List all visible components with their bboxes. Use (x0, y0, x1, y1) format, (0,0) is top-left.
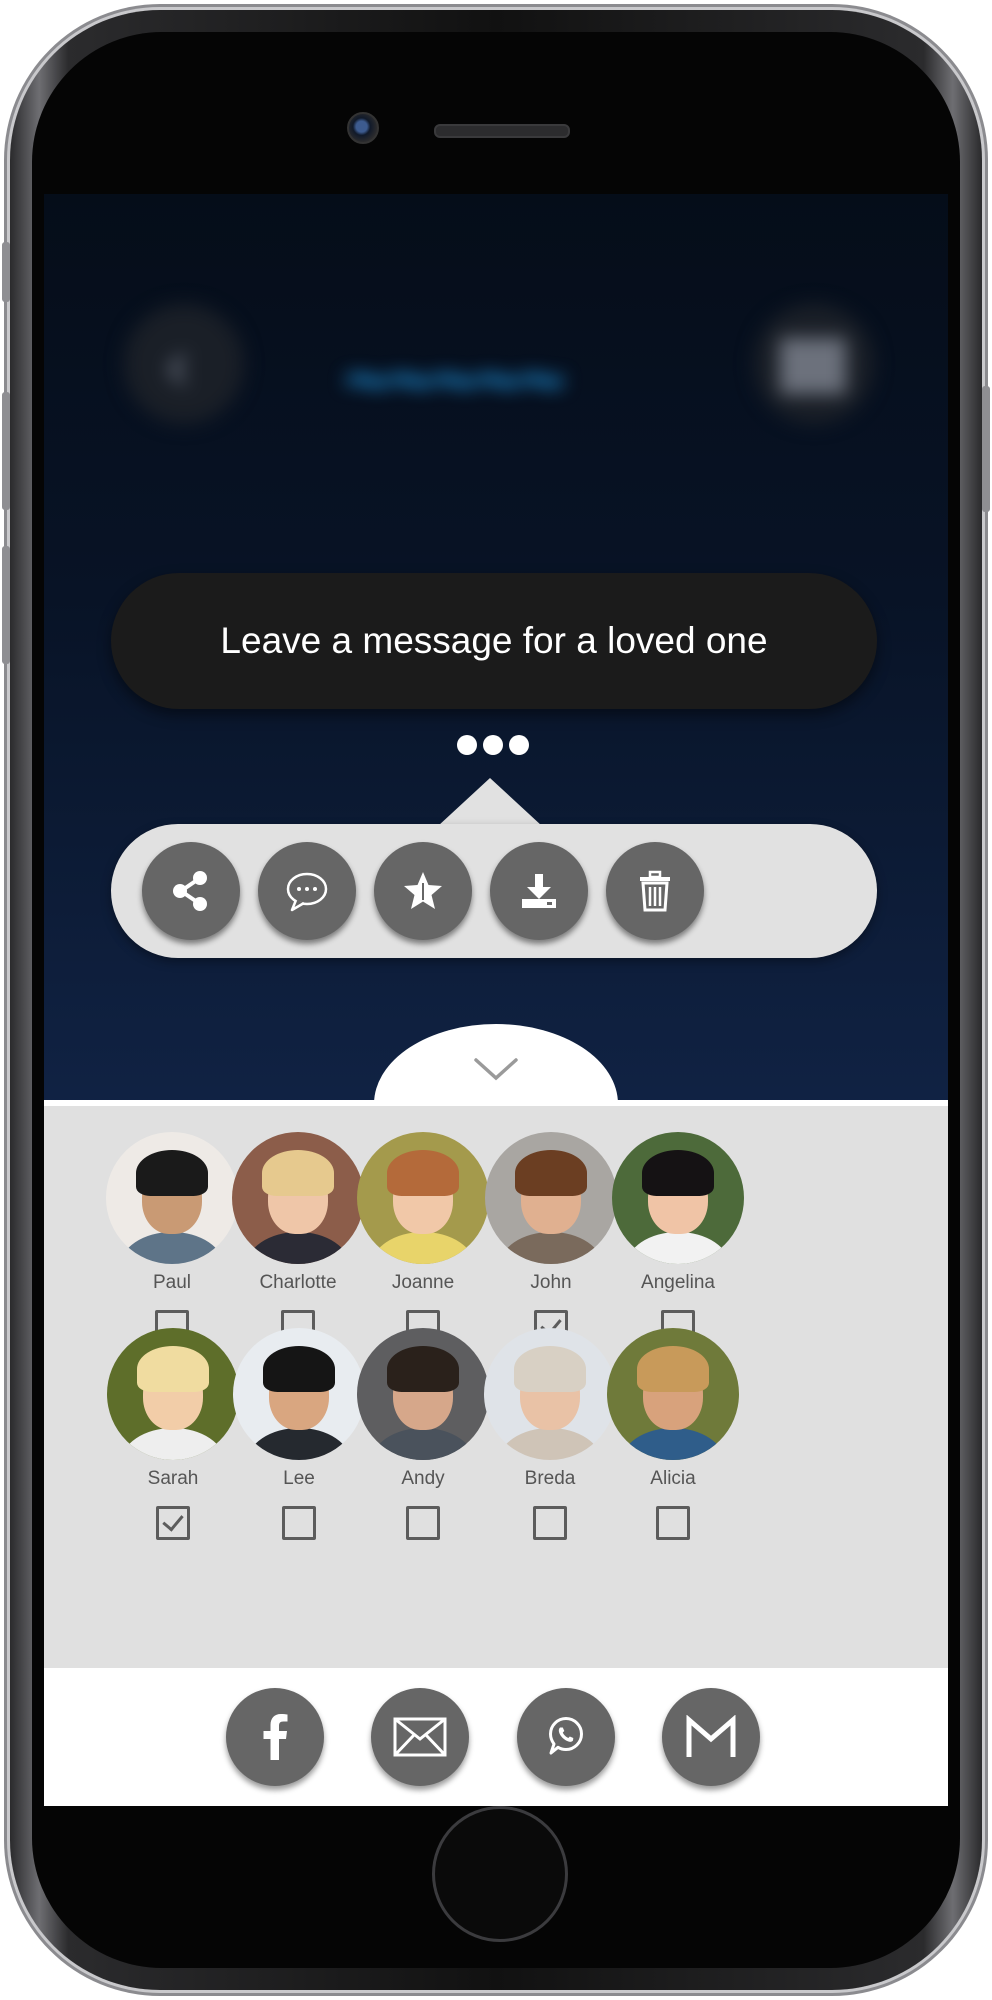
comment-button[interactable] (258, 842, 356, 940)
contact-name: John (530, 1272, 572, 1293)
trash-icon (640, 870, 670, 912)
gmail-icon (686, 1715, 736, 1757)
contact-item[interactable]: Joanne (353, 1132, 493, 1344)
avatar (612, 1132, 744, 1264)
avatar (232, 1132, 364, 1264)
home-button[interactable] (432, 1806, 568, 1942)
avatar-torso (246, 1232, 350, 1264)
favorite-button[interactable] (374, 842, 472, 940)
contact-item[interactable]: Lee (229, 1328, 369, 1540)
avatar (357, 1132, 489, 1264)
contact-item[interactable]: Breda (480, 1328, 620, 1540)
contact-name: Alicia (650, 1468, 696, 1489)
contact-name: Angelina (641, 1272, 715, 1293)
more-options-icon[interactable] (457, 735, 529, 755)
gmail-button[interactable] (662, 1688, 760, 1786)
avatar-hair (262, 1150, 334, 1196)
contact-name: Andy (401, 1468, 445, 1489)
avatar-torso (371, 1232, 475, 1264)
avatar-hair (136, 1150, 208, 1196)
contact-name: Lee (283, 1468, 315, 1489)
message-prompt: Leave a message for a loved one (111, 573, 877, 709)
avatar-torso (626, 1232, 730, 1264)
avatar-hair (642, 1150, 714, 1196)
contact-checkbox[interactable] (282, 1506, 316, 1540)
whatsapp-icon (549, 1717, 583, 1755)
avatar (107, 1328, 239, 1460)
share-icon (173, 871, 207, 911)
menu-icon (780, 338, 846, 394)
contact-name: Joanne (391, 1272, 455, 1293)
chevron-left-icon: ‹ (166, 325, 190, 403)
avatar (485, 1132, 617, 1264)
avatar-hair (387, 1150, 459, 1196)
phone-power-button (982, 386, 990, 512)
star-icon (404, 872, 442, 909)
avatar-torso (371, 1428, 475, 1460)
contact-item[interactable]: Paul (102, 1132, 242, 1344)
avatar-hair (637, 1346, 709, 1392)
email-icon (393, 1717, 447, 1757)
app-screen: ‹ ~~~~~ Leave a message for a loved one (44, 194, 948, 1806)
avatar (484, 1328, 616, 1460)
contact-item[interactable]: Angelina (608, 1132, 748, 1344)
camera-icon (347, 112, 379, 144)
contact-item[interactable]: Sarah (103, 1328, 243, 1540)
message-prompt-text: Leave a message for a loved one (220, 620, 768, 661)
phone-side-button (2, 392, 10, 510)
facebook-button[interactable] (226, 1688, 324, 1786)
avatar-torso (498, 1428, 602, 1460)
avatar (233, 1328, 365, 1460)
speaker-grille (434, 124, 570, 138)
avatar-hair (263, 1346, 335, 1392)
contact-item[interactable]: Charlotte (228, 1132, 368, 1344)
avatar-hair (387, 1346, 459, 1392)
delete-button[interactable] (606, 842, 704, 940)
avatar-hair (137, 1346, 209, 1392)
contact-name: Charlotte (259, 1272, 337, 1293)
action-bar (111, 824, 877, 958)
avatar-hair (514, 1346, 586, 1392)
contact-item[interactable]: Alicia (603, 1328, 743, 1540)
phone-side-button (2, 242, 10, 302)
phone-side-button (2, 546, 10, 664)
contact-name: Breda (524, 1468, 576, 1489)
avatar-torso (621, 1428, 725, 1460)
contacts-panel: Paul Charlotte Joanne John Angelina Sarah Lee A… (44, 1100, 948, 1668)
contact-checkbox[interactable] (406, 1506, 440, 1540)
chevron-down-icon[interactable] (472, 1056, 520, 1082)
download-button[interactable] (490, 842, 588, 940)
avatar-torso (499, 1232, 603, 1264)
contact-name: Sarah (147, 1468, 199, 1489)
whatsapp-button[interactable] (517, 1688, 615, 1786)
action-bar-pointer (438, 778, 542, 826)
share-bar (44, 1668, 948, 1806)
avatar (357, 1328, 489, 1460)
facebook-icon (263, 1714, 288, 1760)
download-icon (522, 874, 556, 908)
contact-checkbox[interactable] (533, 1506, 567, 1540)
contact-checkbox[interactable] (656, 1506, 690, 1540)
contact-item[interactable]: Andy (353, 1328, 493, 1540)
contact-name: Paul (152, 1272, 192, 1293)
avatar-torso (121, 1428, 225, 1460)
avatar (607, 1328, 739, 1460)
app-logo: ~~~~~ (344, 335, 566, 424)
avatar-hair (515, 1150, 587, 1196)
contact-item[interactable]: John (481, 1132, 621, 1344)
avatar-torso (247, 1428, 351, 1460)
blurred-app-header: ‹ ~~~~~ (44, 304, 948, 444)
contact-checkbox[interactable] (156, 1506, 190, 1540)
email-button[interactable] (371, 1688, 469, 1786)
chat-bubble-icon (286, 872, 328, 912)
avatar (106, 1132, 238, 1264)
share-button[interactable] (142, 842, 240, 940)
avatar-torso (120, 1232, 224, 1264)
